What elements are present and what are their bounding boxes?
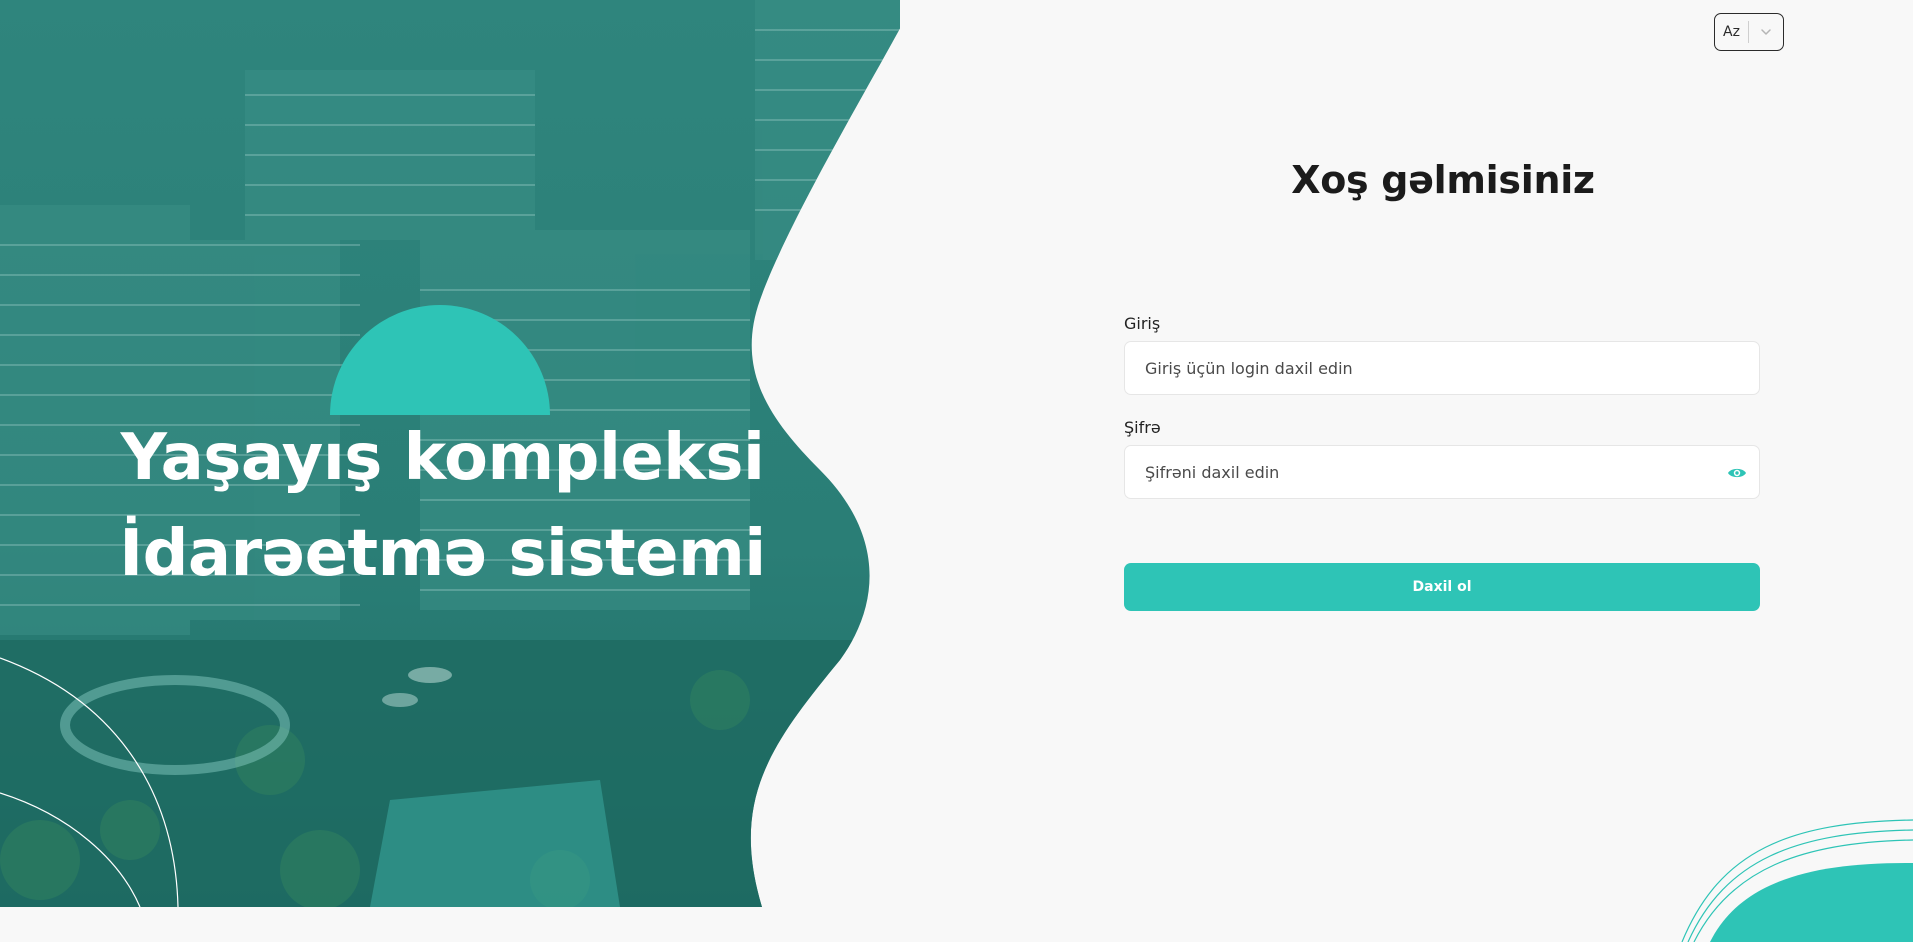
username-field-wrapper [1124,341,1760,395]
password-label: Şifrə [1124,418,1161,437]
login-button[interactable]: Daxil ol [1124,563,1760,611]
hero-panel: Yaşayış kompleksi İdarəetmə sistemi [0,0,900,907]
hero-title-line-2: İdarəetmə sistemi [119,517,766,591]
chevron-down-icon[interactable] [1749,25,1783,39]
eye-icon[interactable] [1726,462,1748,484]
username-label: Giriş [1124,314,1161,333]
corner-decoration [1681,819,1913,942]
page-title: Xoş gəlmisiniz [1291,158,1595,202]
language-code: Az [1723,24,1740,40]
password-input[interactable] [1125,446,1759,498]
hero-title: Yaşayış kompleksi İdarəetmə sistemi [110,410,775,602]
language-selector[interactable]: Az [1714,13,1784,51]
hero-title-line-1: Yaşayış kompleksi [120,421,765,495]
password-field-wrapper [1124,445,1760,499]
username-input[interactable] [1125,342,1759,394]
login-page: Yaşayış kompleksi İdarəetmə sistemi Az X… [0,0,1913,942]
